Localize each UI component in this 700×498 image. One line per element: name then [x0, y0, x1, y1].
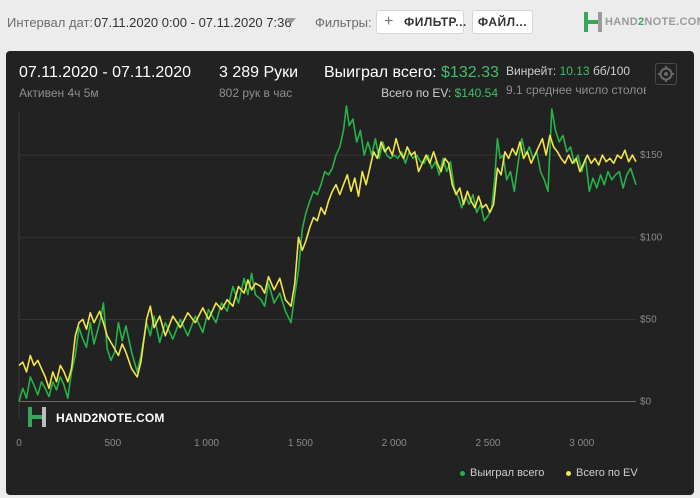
- file-button-label: ФАЙЛ...: [477, 15, 528, 29]
- x-axis-ticks: 0 500 1 000 1 500 2 000 2 500 3 000: [16, 438, 595, 449]
- chart-series: [18, 105, 637, 402]
- x-tick-label: 2 500: [475, 438, 500, 449]
- y-tick-label: $50: [640, 314, 657, 325]
- x-tick-label: 3 000: [569, 438, 594, 449]
- watermark-logo-icon: [28, 407, 46, 427]
- hand2note-logo-icon: [584, 12, 602, 32]
- x-tick-label: 0: [16, 438, 22, 449]
- y-tick-label: $0: [640, 397, 652, 408]
- filters-label: Фильтры:: [315, 15, 372, 30]
- x-tick-label: 500: [104, 438, 121, 449]
- chart-grid: [18, 111, 636, 418]
- legend-ev: Всего по EV: [566, 467, 638, 479]
- toolbar: Интервал дат: 07.11.2020 0:00 - 07.11.20…: [0, 0, 700, 46]
- watermark-text: HAND2NOTE.COM: [56, 411, 165, 425]
- date-range-select[interactable]: 07.11.2020 0:00 - 07.11.2020 7:36: [94, 15, 292, 30]
- legend-ev-label: Всего по EV: [576, 467, 638, 479]
- x-tick-label: 2 000: [382, 438, 407, 449]
- legend-won-marker: [460, 470, 465, 476]
- x-tick-label: 1 000: [194, 438, 219, 449]
- series-won-line: [18, 105, 637, 402]
- chevron-down-icon[interactable]: [286, 18, 296, 24]
- legend-won-label: Выиграл всего: [470, 467, 545, 479]
- y-tick-label: $100: [640, 232, 663, 243]
- legend-won: Выиграл всего: [460, 467, 544, 479]
- plus-icon: +: [384, 13, 394, 30]
- profit-chart: 0 500 1 000 1 500 2 000 2 500 3 000 $0$50$100$…: [16, 105, 663, 449]
- filter-button[interactable]: + ФИЛЬТР...: [376, 10, 467, 34]
- legend-ev-marker: [566, 470, 571, 476]
- date-interval-label: Интервал дат:: [7, 15, 94, 30]
- filter-button-label: ФИЛЬТР...: [404, 15, 467, 29]
- graph-panel: 07.11.2020 - 07.11.2020 Активен 4ч 5м 3 …: [6, 51, 694, 495]
- y-tick-label: $150: [640, 150, 663, 161]
- file-button[interactable]: ФАЙЛ...: [472, 10, 533, 34]
- hand2note-logo-text: HAND2NOTE.COM: [605, 16, 700, 28]
- y-axis-ticks: $0 $50 $100 $150: [640, 150, 663, 407]
- x-tick-label: 1 500: [288, 438, 313, 449]
